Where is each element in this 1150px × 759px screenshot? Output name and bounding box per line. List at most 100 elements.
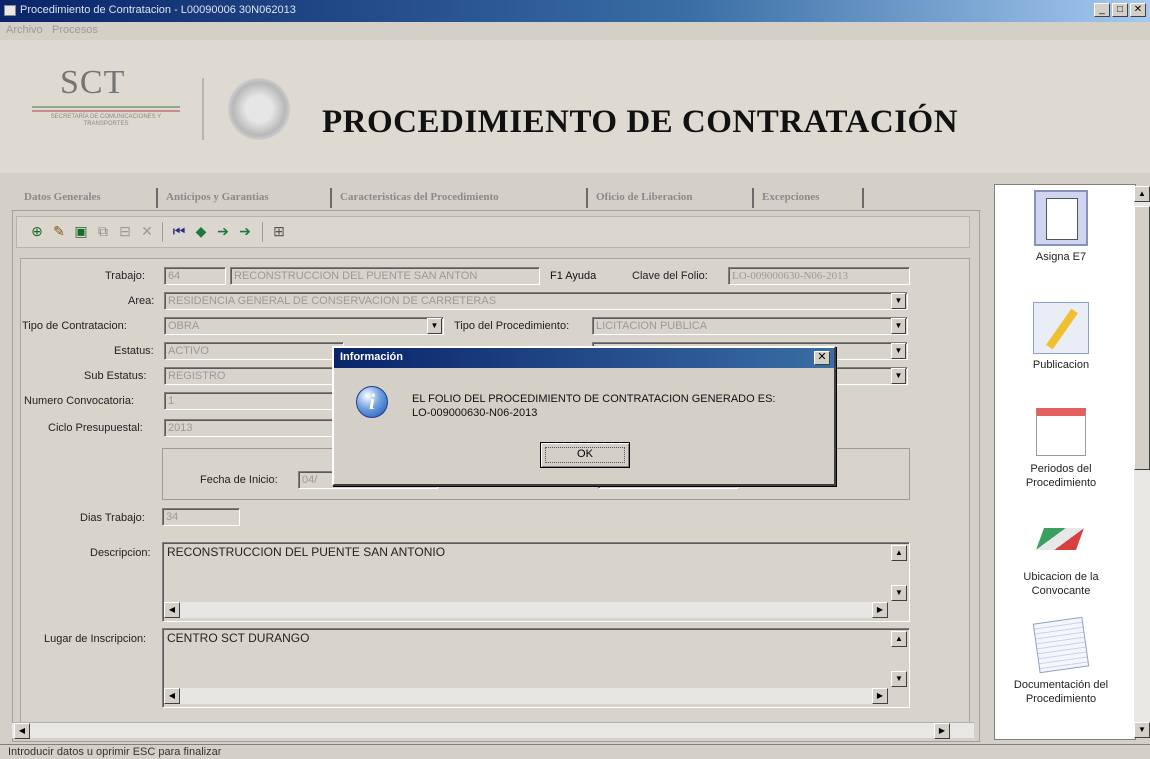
previous-record-icon[interactable]: ◆ bbox=[192, 222, 210, 240]
descripcion-hscroll[interactable] bbox=[164, 602, 888, 618]
area-dropdown-icon[interactable]: ▼ bbox=[891, 293, 906, 309]
tab-divider bbox=[586, 188, 588, 208]
scroll-up-icon[interactable]: ▲ bbox=[891, 545, 907, 561]
logo-line-red bbox=[32, 110, 180, 112]
tab-excepciones[interactable]: Excepciones bbox=[762, 186, 819, 208]
publish-pen-icon bbox=[1033, 302, 1089, 354]
num-convocatoria-label: Numero Convocatoria: bbox=[24, 395, 135, 407]
clave-folio-field[interactable]: LO-009000630-N06-2013 bbox=[728, 267, 910, 285]
sidebar-item-publicacion[interactable]: Publicacion bbox=[996, 302, 1126, 372]
scroll-right-icon[interactable]: ▶ bbox=[872, 602, 888, 618]
scroll-up-icon[interactable]: ▲ bbox=[891, 631, 907, 647]
calendar-icon bbox=[1036, 408, 1086, 456]
scroll-down-icon[interactable]: ▼ bbox=[891, 671, 907, 687]
sidebar-item-label: Ubicacion de la Convocante bbox=[1023, 571, 1099, 597]
sct-logo: SCT bbox=[60, 64, 126, 101]
dialog-title: Información bbox=[334, 348, 834, 368]
scroll-up-icon[interactable]: ▲ bbox=[1134, 186, 1150, 202]
ciclo-label: Ciclo Presupuestal: bbox=[48, 422, 143, 434]
scroll-left-icon[interactable]: ◀ bbox=[164, 602, 180, 618]
main-hscroll[interactable] bbox=[12, 722, 974, 738]
close-window-button[interactable]: ✕ bbox=[1130, 3, 1146, 17]
dialog-message: EL FOLIO DEL PROCEDIMIENTO DE CONTRATACI… bbox=[412, 393, 776, 419]
menu-archivo[interactable]: Archivo bbox=[6, 24, 43, 36]
dropdown-icon[interactable]: ▼ bbox=[891, 368, 906, 384]
filter-icon[interactable]: ⊞ bbox=[270, 222, 288, 240]
tipo-contratacion-label: Tipo de Contratacion: bbox=[22, 320, 127, 332]
tab-divider bbox=[156, 188, 158, 208]
dias-label: Dias Trabajo: bbox=[80, 512, 145, 524]
page-title: PROCEDIMIENTO DE CONTRATACIÓN bbox=[322, 104, 959, 140]
help-hint: F1 Ayuda bbox=[550, 270, 597, 282]
tipo-procedimiento-select[interactable]: LICITACION PUBLICA bbox=[592, 317, 908, 335]
scroll-right-icon[interactable]: ▶ bbox=[872, 688, 888, 704]
trabajo-name-field[interactable]: RECONSTRUCCION DEL PUENTE SAN ANTON bbox=[230, 267, 540, 285]
app-icon bbox=[4, 5, 16, 16]
ok-button[interactable]: OK bbox=[540, 442, 630, 468]
sidebar-item-periodos[interactable]: Periodos del Procedimiento bbox=[996, 408, 1126, 490]
first-record-icon[interactable]: ⏮ bbox=[170, 222, 188, 240]
area-select[interactable]: RESIDENCIA GENERAL DE CONSERVACION DE CA… bbox=[164, 292, 908, 310]
lugar-label: Lugar de Inscripcion: bbox=[44, 633, 147, 645]
status-bar: Introducir datos u oprimir ESC para fina… bbox=[0, 744, 1150, 759]
sub-estatus-field[interactable]: REGISTRO bbox=[164, 367, 344, 385]
menu-procesos[interactable]: Procesos bbox=[52, 24, 98, 36]
logo-line-green bbox=[32, 106, 180, 108]
estatus-label: Estatus: bbox=[114, 345, 154, 357]
tipo-procedimiento-dropdown-icon[interactable]: ▼ bbox=[891, 318, 906, 334]
sidebar-item-label: Asigna E7 bbox=[1035, 251, 1087, 263]
dropdown-icon[interactable]: ▼ bbox=[891, 343, 906, 359]
ciclo-field[interactable]: 2013 bbox=[164, 419, 344, 437]
tab-divider bbox=[330, 188, 332, 208]
scroll-down-icon[interactable]: ▼ bbox=[1134, 722, 1150, 738]
toolbar bbox=[16, 216, 970, 248]
toolbar-divider bbox=[162, 222, 163, 242]
clave-folio-label: Clave del Folio: bbox=[632, 270, 708, 282]
print-icon[interactable]: ⊟ bbox=[116, 222, 134, 240]
document-list-icon bbox=[1034, 190, 1088, 246]
tab-oficio[interactable]: Oficio de Liberacion bbox=[596, 186, 693, 208]
delete-icon[interactable]: ✕ bbox=[138, 222, 156, 240]
tipo-contratacion-select[interactable]: OBRA bbox=[164, 317, 444, 335]
tab-divider bbox=[862, 188, 864, 208]
num-convocatoria-field[interactable]: 1 bbox=[164, 392, 344, 410]
sidebar-item-documentacion[interactable]: Documentación del Procedimiento bbox=[996, 616, 1126, 706]
copy-icon[interactable]: ⧉ bbox=[94, 222, 112, 240]
scroll-down-icon[interactable]: ▼ bbox=[891, 585, 907, 601]
trabajo-number-field[interactable]: 64 bbox=[164, 267, 226, 285]
side-scroll-thumb[interactable] bbox=[1134, 206, 1150, 470]
national-seal-icon bbox=[228, 78, 290, 140]
new-record-icon[interactable]: ⊕ bbox=[28, 222, 46, 240]
status-text: Introducir datos u oprimir ESC para fina… bbox=[8, 746, 222, 758]
trabajo-label: Trabajo: bbox=[105, 270, 145, 282]
tab-datos-generales[interactable]: Datos Generales bbox=[24, 186, 101, 208]
next-record-icon[interactable]: ➔ bbox=[214, 222, 232, 240]
tipo-contratacion-dropdown-icon[interactable]: ▼ bbox=[427, 318, 442, 334]
logo-subtitle: SECRETARÍA DE COMUNICACIONES Y TRANSPORT… bbox=[50, 114, 162, 127]
dias-field[interactable]: 34 bbox=[162, 508, 240, 526]
info-icon: i bbox=[356, 386, 388, 418]
tab-anticipos[interactable]: Anticipos y Garantias bbox=[166, 186, 269, 208]
scroll-left-icon[interactable]: ◀ bbox=[164, 688, 180, 704]
descripcion-label: Descripcion: bbox=[90, 547, 151, 559]
tab-caracteristicas[interactable]: Caracteristicas del Procedimiento bbox=[340, 186, 499, 208]
lugar-hscroll[interactable] bbox=[164, 688, 888, 704]
sidebar-item-label: Periodos del Procedimiento bbox=[1025, 463, 1097, 489]
edit-icon[interactable]: ✎ bbox=[50, 222, 68, 240]
area-label: Area: bbox=[128, 295, 155, 307]
sidebar-item-asigna-e7[interactable]: Asigna E7 bbox=[996, 190, 1126, 264]
sidebar-item-ubicacion[interactable]: Ubicacion de la Convocante bbox=[996, 522, 1126, 598]
documents-icon bbox=[1032, 616, 1090, 674]
minimize-button[interactable]: _ bbox=[1094, 3, 1110, 17]
scroll-left-icon[interactable]: ◀ bbox=[14, 723, 30, 739]
info-dialog: Información ✕ i EL FOLIO DEL PROCEDIMIEN… bbox=[332, 346, 836, 486]
tab-divider bbox=[752, 188, 754, 208]
last-record-icon[interactable]: ➔ bbox=[236, 222, 254, 240]
map-icon bbox=[1034, 522, 1088, 562]
estatus-field[interactable]: ACTIVO bbox=[164, 342, 344, 360]
scroll-right-icon[interactable]: ▶ bbox=[934, 723, 950, 739]
save-icon[interactable]: ▣ bbox=[72, 222, 90, 240]
dialog-close-button[interactable]: ✕ bbox=[814, 351, 830, 365]
sidebar-item-label: Documentación del Procedimiento bbox=[1013, 679, 1109, 705]
maximize-button[interactable]: □ bbox=[1112, 3, 1128, 17]
